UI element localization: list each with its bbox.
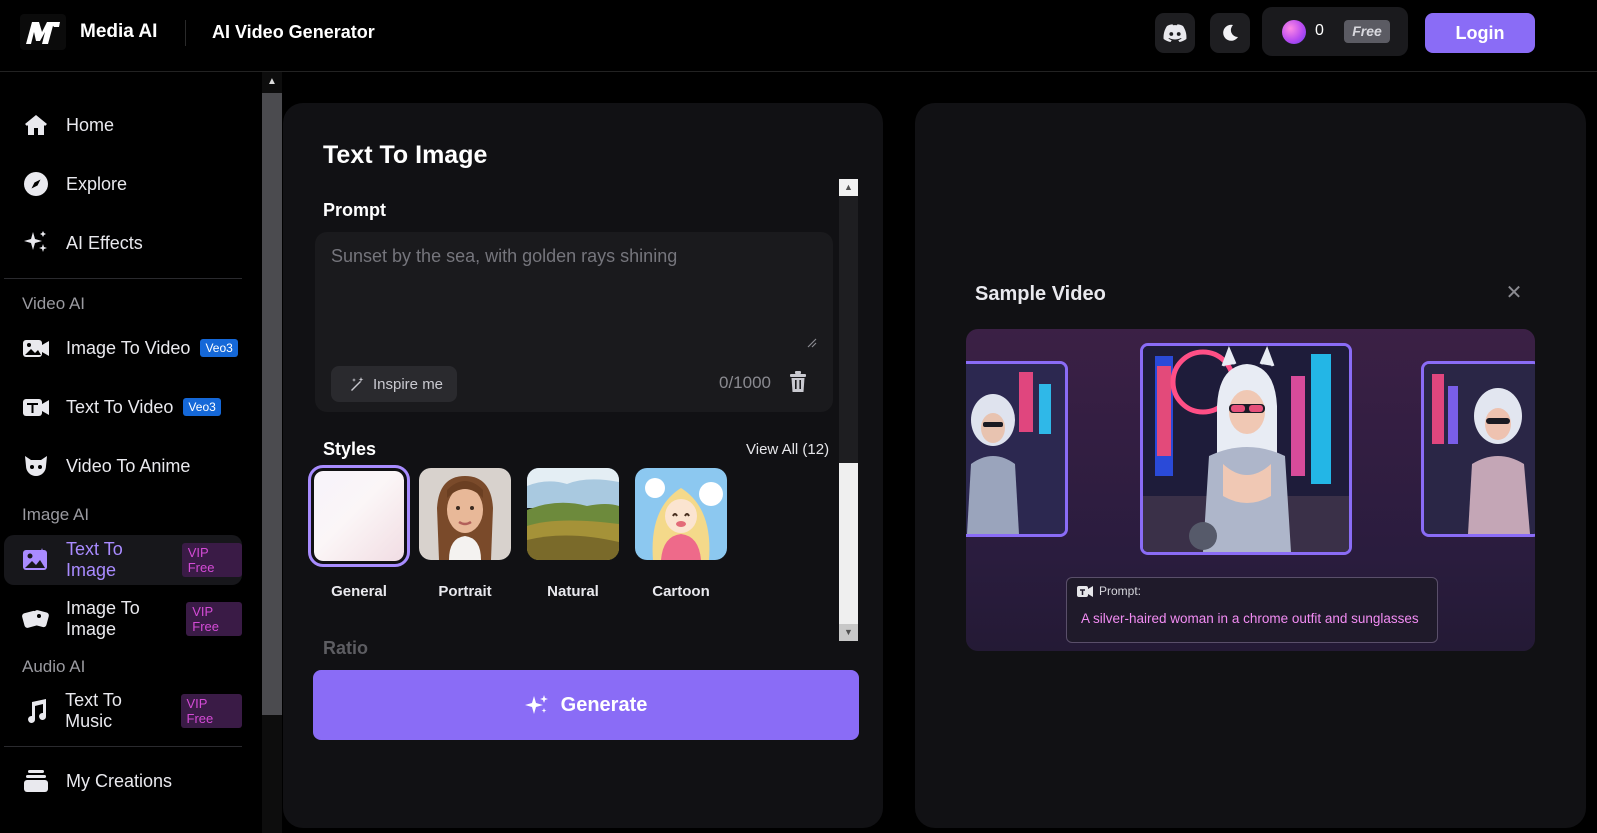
- panel-title: Text To Image: [323, 141, 488, 169]
- sidebar-item-text-to-music[interactable]: Text To Music VIP Free: [4, 686, 242, 736]
- logo-icon[interactable]: [20, 14, 66, 50]
- magic-wand-icon: [351, 377, 364, 391]
- view-all-styles-link[interactable]: View All (12): [746, 441, 829, 458]
- stack-icon: [22, 767, 50, 795]
- credits-count: 0: [1315, 22, 1324, 39]
- style-card-general[interactable]: [308, 465, 410, 567]
- sidebar-item-label: Explore: [66, 173, 128, 194]
- sample-video-panel: Sample Video ✕ Prompt: A silver-haired w…: [915, 103, 1586, 828]
- music-icon: [22, 697, 49, 725]
- style-card-natural[interactable]: [527, 468, 619, 560]
- prompt-input[interactable]: Sunset by the sea, with golden rays shin…: [315, 232, 833, 412]
- panel-scrollbar-thumb[interactable]: [839, 196, 858, 463]
- inspire-me-label: Inspire me: [373, 375, 444, 393]
- scroll-down-icon[interactable]: ▼: [839, 624, 858, 641]
- page-heading: AI Video Generator: [212, 22, 375, 42]
- prompt-label: Prompt: [323, 200, 386, 220]
- sidebar-item-label: AI Effects: [66, 232, 143, 253]
- natural-thumbnail: [527, 468, 619, 560]
- carousel-thumbnail-right[interactable]: [1421, 361, 1535, 537]
- style-card-cartoon[interactable]: [635, 468, 727, 560]
- discord-icon: [1163, 24, 1187, 42]
- sidebar-item-label: Image To Image: [66, 598, 140, 639]
- image-image-icon: [22, 605, 50, 633]
- sidebar-item-label: Text To Music: [65, 690, 122, 731]
- style-name: Portrait: [438, 583, 492, 600]
- sidebar-item-image-to-image[interactable]: Image To Image VIP Free: [4, 594, 242, 644]
- top-header: Media AI AI Video Generator 0 Free Login: [0, 0, 1597, 72]
- sidebar-scroll-up-icon[interactable]: ▲: [262, 72, 282, 92]
- style-name: General: [331, 583, 387, 600]
- sidebar-item-explore[interactable]: Explore: [4, 159, 242, 209]
- sidebar-item-label: Text To Image: [66, 539, 123, 580]
- anime-icon: [22, 452, 50, 480]
- style-name: Cartoon: [652, 583, 710, 600]
- carousel-thumbnail-left[interactable]: [966, 361, 1068, 537]
- vip-free-badge: VIP Free: [181, 543, 242, 577]
- sidebar-item-my-creations[interactable]: My Creations: [4, 756, 242, 806]
- portrait-thumbnail: [419, 468, 511, 560]
- sparkles-icon: [524, 695, 548, 714]
- moon-icon: [1223, 24, 1238, 41]
- sample-prompt-card: Prompt: A silver-haired woman in a chrom…: [1066, 577, 1438, 643]
- sidebar-item-ai-effects[interactable]: AI Effects: [4, 218, 242, 268]
- sidebar-item-label: My Creations: [66, 770, 173, 791]
- text-to-image-panel: Text To Image Prompt Sunset by the sea, …: [283, 103, 883, 828]
- sidebar-item-label: Image To Video: [66, 337, 191, 358]
- generate-button[interactable]: Generate: [313, 670, 859, 740]
- sidebar-divider: [4, 278, 242, 279]
- close-icon[interactable]: ✕: [1505, 283, 1523, 303]
- trash-icon[interactable]: [789, 371, 807, 393]
- resize-handle-icon[interactable]: [805, 336, 817, 348]
- style-name: Natural: [547, 583, 599, 600]
- cartoon-thumbnail: [635, 468, 727, 560]
- inspire-me-button[interactable]: Inspire me: [331, 366, 457, 402]
- image-video-icon: [22, 334, 50, 362]
- prompt-placeholder: Sunset by the sea, with golden rays shin…: [331, 246, 678, 266]
- sparkles-icon: [22, 229, 50, 257]
- veo3-badge: Veo3: [200, 339, 238, 357]
- sidebar-item-text-to-video[interactable]: Text To Video Veo3: [4, 382, 242, 432]
- text-image-icon: [22, 546, 50, 574]
- compass-icon: [22, 170, 50, 198]
- theme-toggle-button[interactable]: [1210, 13, 1250, 53]
- sidebar-scrollbar-thumb[interactable]: [262, 93, 282, 715]
- sample-prompt-text: A silver-haired woman in a chrome outfit…: [1081, 611, 1419, 626]
- section-title-video-ai: Video AI: [22, 294, 86, 313]
- sidebar-item-label: Video To Anime: [66, 455, 191, 476]
- styles-label: Styles: [323, 439, 377, 459]
- brand-name[interactable]: Media AI: [80, 21, 157, 43]
- sidebar-divider: [4, 746, 242, 747]
- sidebar-item-label: Text To Video: [66, 396, 174, 417]
- scroll-up-icon[interactable]: ▲: [839, 179, 858, 196]
- sample-video-carousel[interactable]: Prompt: A silver-haired woman in a chrom…: [966, 329, 1535, 651]
- sidebar-item-home[interactable]: Home: [4, 100, 242, 150]
- sample-video-title: Sample Video: [975, 283, 1106, 305]
- header-divider: [185, 20, 186, 46]
- prompt-header: Prompt:: [1099, 584, 1142, 598]
- vip-free-badge: VIP Free: [186, 602, 242, 636]
- sidebar-item-video-to-anime[interactable]: Video To Anime: [4, 441, 242, 491]
- credits-widget[interactable]: 0 Free: [1262, 7, 1408, 56]
- sidebar-item-label: Home: [66, 114, 115, 135]
- veo3-badge: Veo3: [183, 398, 221, 416]
- sidebar: Home Explore AI Effects Video AI Image T…: [0, 72, 262, 833]
- text-video-icon: [22, 393, 50, 421]
- sidebar-item-text-to-image[interactable]: Text To Image VIP Free: [4, 535, 242, 585]
- login-button[interactable]: Login: [1425, 13, 1535, 53]
- carousel-thumbnail-center[interactable]: [1140, 343, 1352, 555]
- ratio-label: Ratio: [323, 638, 368, 658]
- discord-button[interactable]: [1155, 13, 1195, 53]
- sidebar-item-image-to-video[interactable]: Image To Video Veo3: [4, 323, 242, 373]
- vip-free-badge: VIP Free: [180, 694, 242, 728]
- section-title-image-ai: Image AI: [22, 505, 90, 524]
- char-counter: 0/1000: [719, 373, 771, 392]
- gem-icon: [1282, 20, 1306, 44]
- style-card-portrait[interactable]: [419, 468, 511, 560]
- plan-badge: Free: [1344, 20, 1390, 43]
- section-title-audio-ai: Audio AI: [22, 657, 86, 676]
- video-prompt-icon: [1077, 585, 1093, 597]
- home-icon: [22, 111, 50, 139]
- generate-label: Generate: [560, 693, 648, 716]
